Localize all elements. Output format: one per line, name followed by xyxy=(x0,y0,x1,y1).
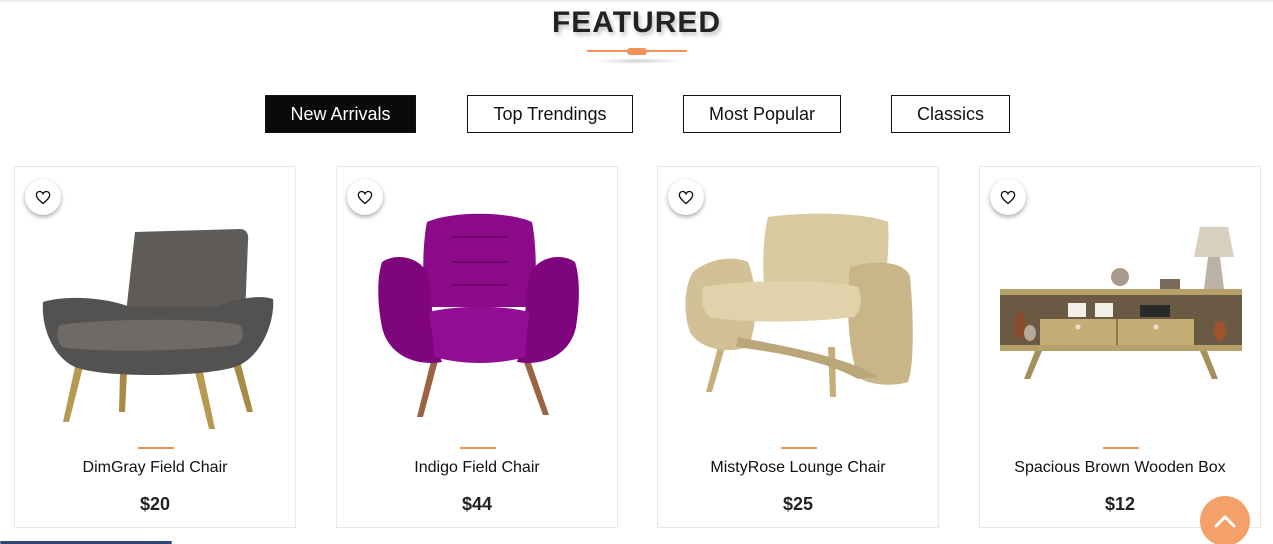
heart-icon xyxy=(678,190,694,204)
tab-new-arrivals[interactable]: New Arrivals xyxy=(265,95,416,133)
product-price: $25 xyxy=(782,494,814,514)
title-underline-shadow xyxy=(592,58,684,64)
product-name[interactable]: MistyRose Lounge Chair xyxy=(658,459,938,477)
card-divider xyxy=(460,447,496,449)
product-price: $44 xyxy=(461,494,493,514)
heart-icon xyxy=(35,190,51,204)
product-card[interactable]: Indigo Field Chair $44 xyxy=(336,166,618,528)
product-price: $20 xyxy=(139,494,171,514)
card-divider xyxy=(138,447,174,449)
product-card[interactable]: Spacious Brown Wooden Box $12 xyxy=(979,166,1261,528)
product-name[interactable]: Spacious Brown Wooden Box xyxy=(980,459,1260,477)
product-card[interactable]: DimGray Field Chair $20 xyxy=(14,166,296,528)
scroll-to-top-button[interactable] xyxy=(1200,496,1250,544)
header-shadow xyxy=(0,0,1273,3)
product-image-gray-armchair[interactable] xyxy=(35,207,277,437)
heart-icon xyxy=(357,190,373,204)
product-image-purple-armchair[interactable] xyxy=(357,207,599,437)
tab-most-popular[interactable]: Most Popular xyxy=(683,95,841,133)
heart-icon xyxy=(1000,190,1016,204)
title-underline-dot xyxy=(627,48,647,55)
chevron-up-icon xyxy=(1214,515,1236,528)
tab-top-trendings[interactable]: Top Trendings xyxy=(467,95,633,133)
product-name[interactable]: Indigo Field Chair xyxy=(337,459,617,477)
card-divider xyxy=(1103,447,1139,449)
section-title: FEATURED xyxy=(551,6,722,39)
tab-classics[interactable]: Classics xyxy=(891,95,1010,133)
product-image-beige-lounge-chair[interactable] xyxy=(678,207,920,437)
product-image-wooden-tv-console[interactable] xyxy=(1000,207,1242,437)
product-name[interactable]: DimGray Field Chair xyxy=(15,459,295,477)
product-card[interactable]: MistyRose Lounge Chair $25 xyxy=(657,166,939,528)
card-divider xyxy=(781,447,817,449)
